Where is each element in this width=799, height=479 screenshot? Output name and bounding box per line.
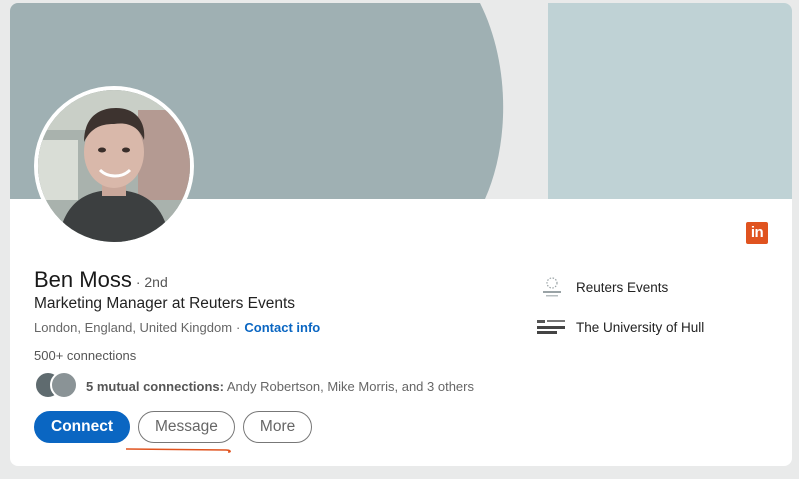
mutual-connections[interactable]: 5 mutual connections: Andy Robertson, Mi… (34, 371, 474, 401)
annotation-underline (126, 448, 231, 453)
contact-info-link[interactable]: Contact info (244, 320, 320, 335)
university-of-hull-logo (536, 315, 568, 339)
experience-name: The University of Hull (576, 319, 705, 335)
profile-location: London, England, United Kingdom (34, 320, 233, 335)
reuters-events-logo (536, 275, 568, 299)
profile-headline: Marketing Manager at Reuters Events (34, 295, 296, 312)
message-button[interactable]: Message (138, 411, 235, 443)
profile-photo[interactable] (34, 86, 194, 246)
profile-card: in Ben Moss · 2nd Marketing Manager at R… (10, 3, 792, 466)
experience-item-reuters[interactable]: Reuters Events (536, 267, 704, 307)
profile-name: Ben Moss (34, 267, 132, 292)
mutual-avatars (34, 371, 80, 401)
experience-item-hull[interactable]: The University of Hull (536, 307, 704, 347)
connections-count[interactable]: 500+ connections (34, 348, 136, 363)
mutual-count: 5 mutual connections: (86, 378, 224, 394)
experience-name: Reuters Events (576, 279, 669, 295)
mutual-avatar-icon (50, 371, 78, 399)
mutual-names: Andy Robertson, Mike Morris, and 3 other… (226, 378, 474, 394)
more-button[interactable]: More (242, 411, 313, 443)
connection-degree-badge: · 2nd (135, 274, 168, 290)
experience-list: Reuters Events The University of Hull (536, 267, 704, 347)
person-photo-icon (38, 90, 190, 242)
connect-button[interactable]: Connect (34, 411, 130, 443)
linkedin-icon: in (746, 222, 768, 244)
location-separator: · (236, 320, 241, 335)
